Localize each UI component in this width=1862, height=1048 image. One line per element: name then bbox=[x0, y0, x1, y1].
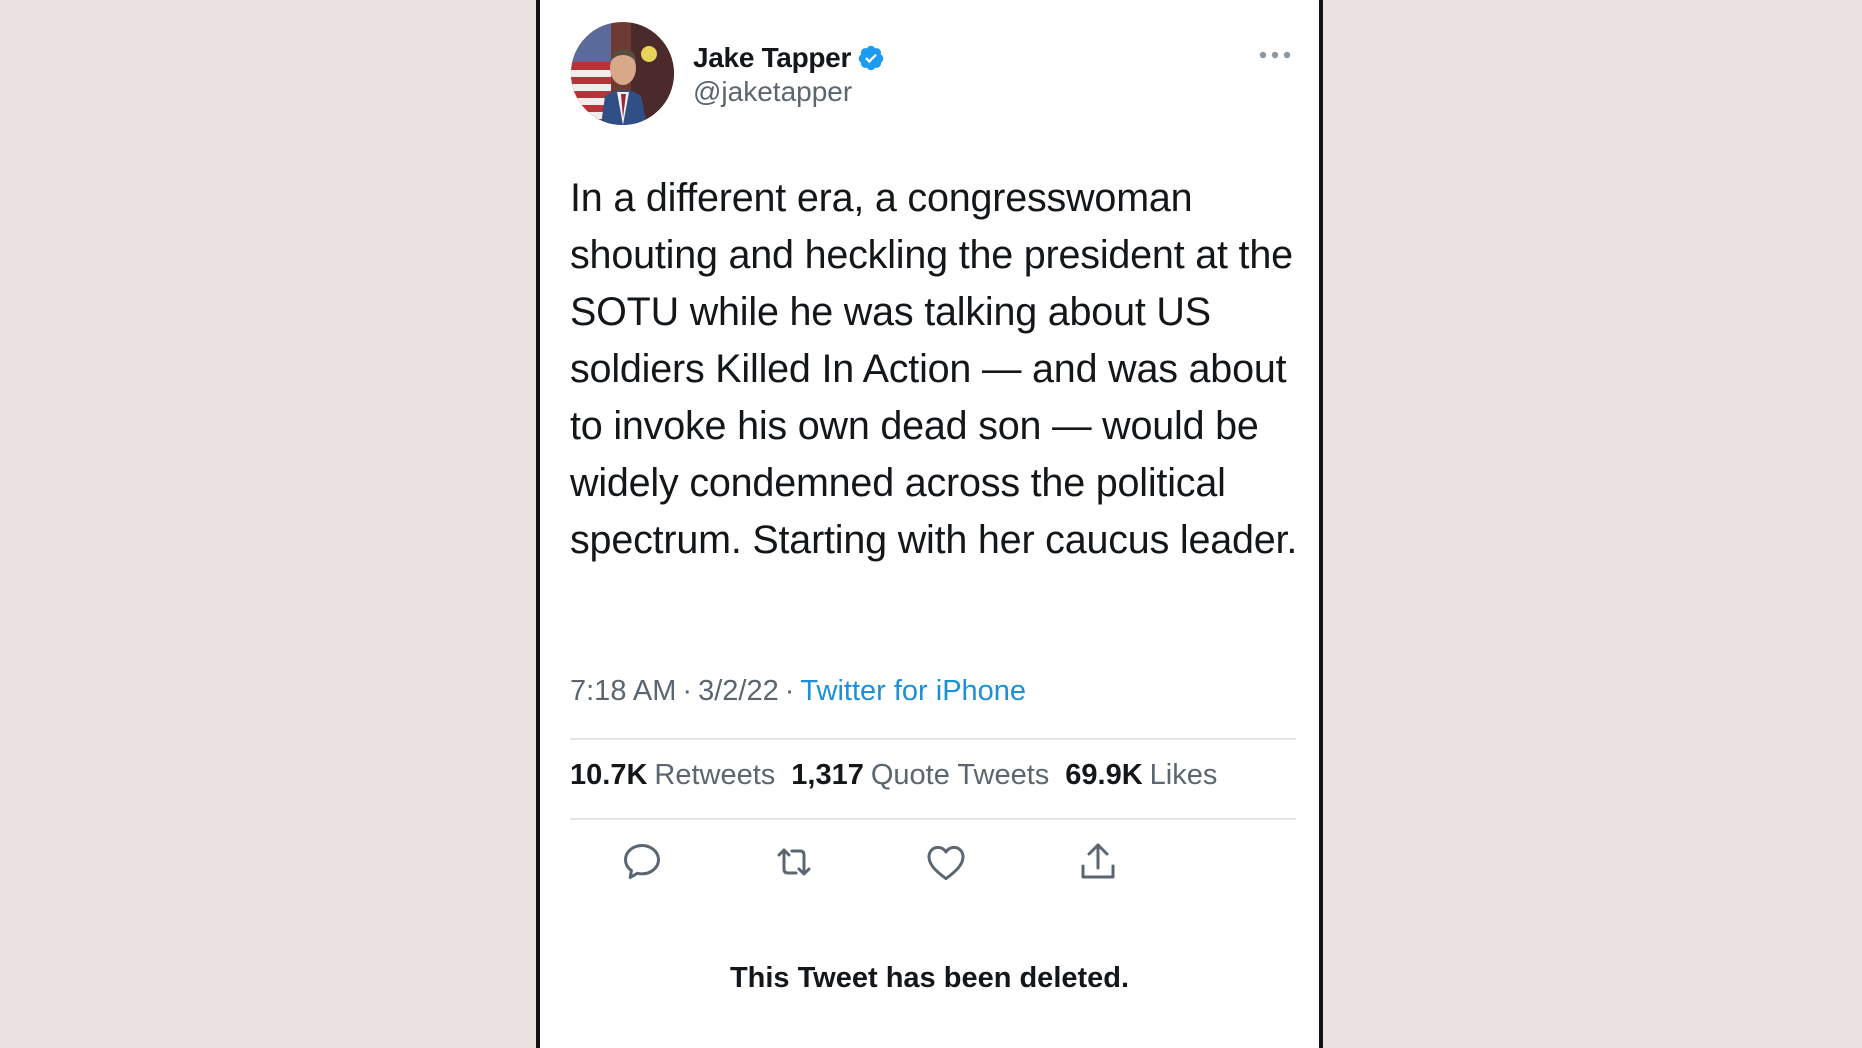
share-button[interactable] bbox=[1074, 838, 1122, 886]
verified-badge-icon bbox=[857, 44, 885, 72]
tweet-stats: 10.7K Retweets 1,317 Quote Tweets 69.9K Lik… bbox=[570, 759, 1233, 792]
like-icon bbox=[927, 845, 965, 881]
divider bbox=[570, 738, 1296, 740]
divider bbox=[570, 818, 1296, 820]
tweet-date[interactable]: 3/2/22 bbox=[698, 675, 779, 707]
display-name[interactable]: Jake Tapper bbox=[693, 42, 851, 74]
tweet-text: In a different era, a congresswoman shou… bbox=[570, 176, 1298, 562]
retweets-label: Retweets bbox=[654, 759, 776, 791]
quote-tweets-label: Quote Tweets bbox=[870, 759, 1050, 791]
meta-separator: · bbox=[682, 675, 693, 707]
profile-photo-icon bbox=[571, 22, 674, 125]
avatar[interactable] bbox=[571, 22, 674, 125]
quote-tweets-count: 1,317 bbox=[791, 759, 864, 791]
more-options-icon[interactable] bbox=[1258, 48, 1292, 62]
deleted-notice: This Tweet has been deleted. bbox=[729, 962, 1130, 994]
author-handle[interactable]: @jaketapper bbox=[693, 76, 852, 108]
retweet-icon bbox=[777, 848, 811, 876]
author-name-row[interactable]: Jake Tapper bbox=[693, 38, 885, 78]
share-icon bbox=[1081, 843, 1115, 879]
tweet-source-link[interactable]: Twitter for iPhone bbox=[800, 675, 1026, 707]
reply-button[interactable] bbox=[618, 838, 666, 886]
quote-tweets-stat[interactable]: 1,317 Quote Tweets bbox=[791, 759, 1049, 792]
likes-count: 69.9K bbox=[1065, 759, 1143, 791]
retweets-stat[interactable]: 10.7K Retweets bbox=[570, 759, 775, 792]
tweet-actions bbox=[540, 838, 1319, 886]
meta-separator: · bbox=[784, 675, 795, 707]
tweet-card: Jake Tapper @jaketapper In a different e… bbox=[536, 0, 1323, 1048]
reply-icon bbox=[624, 844, 660, 879]
like-button[interactable] bbox=[922, 838, 970, 886]
retweet-button[interactable] bbox=[770, 838, 818, 886]
likes-stat[interactable]: 69.9K Likes bbox=[1065, 759, 1217, 792]
retweets-count: 10.7K bbox=[570, 759, 648, 791]
likes-label: Likes bbox=[1149, 759, 1218, 791]
tweet-meta: 7:18 AM · 3/2/22 · Twitter for iPhone bbox=[570, 675, 1026, 708]
tweet-time[interactable]: 7:18 AM bbox=[570, 675, 676, 707]
